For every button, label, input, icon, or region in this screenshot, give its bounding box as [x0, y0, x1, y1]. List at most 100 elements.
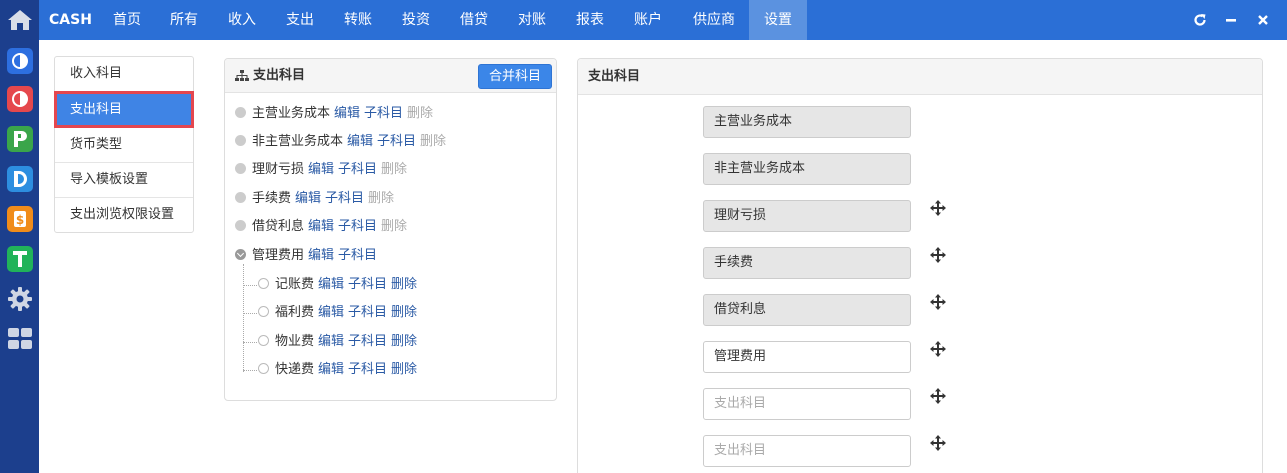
nav-accounts[interactable]: 账户: [620, 0, 676, 40]
node-bullet-icon: [258, 278, 269, 289]
tree-node: 主营业务成本 编辑 子科目 删除: [235, 104, 433, 124]
nav-invest[interactable]: 投资: [388, 0, 444, 40]
nav-income[interactable]: 收入: [214, 0, 270, 40]
merge-categories-button[interactable]: 合并科目: [477, 64, 552, 89]
node-name: 物业费: [275, 334, 315, 349]
move-icon[interactable]: [930, 388, 946, 404]
tree-title: 支出科目: [253, 68, 306, 83]
edit-link[interactable]: 编辑: [295, 191, 321, 206]
edit-link[interactable]: 编辑: [318, 334, 344, 349]
tree-node: 非主营业务成本 编辑 子科目 删除: [235, 132, 446, 152]
node-bullet-icon: [235, 163, 246, 174]
sort-item-input[interactable]: 支出科目: [703, 435, 911, 467]
grid-icon[interactable]: [5, 324, 35, 354]
tree-child-node: 物业费 编辑 子科目 删除: [258, 332, 417, 352]
edit-link[interactable]: 编辑: [318, 362, 344, 377]
move-icon[interactable]: [930, 247, 946, 263]
move-icon[interactable]: [930, 341, 946, 357]
node-name: 福利费: [275, 305, 315, 320]
sort-item-locked: 理财亏损: [703, 200, 911, 232]
node-bullet-icon: [258, 363, 269, 374]
edit-link[interactable]: 编辑: [318, 277, 344, 292]
svg-text:$: $: [16, 213, 24, 227]
tree-node: 手续费 编辑 子科目 删除: [235, 189, 394, 209]
nav-transfer[interactable]: 转账: [330, 0, 386, 40]
settings-menu: 收入科目 支出科目 货币类型 导入模板设置 支出浏览权限设置: [54, 56, 194, 233]
top-nav: CASH 首页 所有 收入 支出 转账 投资 借贷 对账 报表 账户 供应商 设…: [39, 0, 1287, 40]
subcategory-link[interactable]: 子科目: [348, 305, 387, 320]
node-name: 手续费: [252, 191, 292, 206]
nav-expense[interactable]: 支出: [272, 0, 328, 40]
category-tree-panel: 支出科目 合并科目 主营业务成本 编辑 子科目 删除 非主营业务成本 编辑 子科目 删除 理…: [224, 58, 557, 401]
delete-link: 删除: [420, 134, 447, 149]
chevron-down-icon[interactable]: [235, 249, 246, 260]
subcategory-link[interactable]: 子科目: [348, 334, 387, 349]
edit-link[interactable]: 编辑: [308, 248, 334, 263]
tree-node: 理财亏损 编辑 子科目 删除: [235, 160, 407, 180]
gear-icon[interactable]: [5, 284, 35, 314]
subcategory-link[interactable]: 子科目: [348, 362, 387, 377]
sort-item-locked: 非主营业务成本: [703, 153, 911, 185]
sort-item-input[interactable]: 支出科目: [703, 388, 911, 420]
edit-link[interactable]: 编辑: [308, 219, 334, 234]
edit-link[interactable]: 编辑: [318, 305, 344, 320]
delete-link[interactable]: 删除: [391, 305, 417, 320]
t-app-icon[interactable]: [7, 246, 33, 272]
edit-link[interactable]: 编辑: [308, 162, 334, 177]
p-app-icon[interactable]: [7, 126, 33, 152]
node-bullet-icon: [235, 192, 246, 203]
sort-item-input[interactable]: 管理费用: [703, 341, 911, 373]
node-bullet-icon: [235, 107, 246, 118]
delete-link[interactable]: 删除: [391, 362, 417, 377]
menu-currency-types[interactable]: 货币类型: [55, 127, 193, 162]
tree-child-node: 记账费 编辑 子科目 删除: [258, 275, 417, 295]
nav-home[interactable]: 首页: [99, 0, 155, 40]
delete-link: 删除: [368, 191, 395, 206]
subcategory-link[interactable]: 子科目: [338, 248, 377, 263]
nav-reconcile[interactable]: 对账: [504, 0, 560, 40]
nav-loan[interactable]: 借贷: [446, 0, 502, 40]
subcategory-link[interactable]: 子科目: [348, 277, 387, 292]
category-sort-panel: 支出科目 主营业务成本 非主营业务成本 理财亏损 手续费 借贷利息 管理费用 支…: [577, 58, 1263, 473]
refresh-icon[interactable]: [1187, 0, 1213, 40]
d-app-icon[interactable]: [7, 166, 33, 192]
minimize-icon[interactable]: [1218, 0, 1244, 40]
s-app-icon[interactable]: $: [7, 206, 33, 232]
nav-reports[interactable]: 报表: [562, 0, 618, 40]
close-icon[interactable]: [1250, 0, 1276, 40]
tree-child-node: 快递费 编辑 子科目 删除: [258, 360, 417, 380]
subcategory-link[interactable]: 子科目: [377, 134, 416, 149]
node-name: 记账费: [275, 277, 315, 292]
edit-link[interactable]: 编辑: [334, 106, 360, 121]
node-name: 非主营业务成本: [252, 134, 344, 149]
node-bullet-icon: [235, 220, 246, 231]
sort-item-locked: 主营业务成本: [703, 106, 911, 138]
edit-link[interactable]: 编辑: [347, 134, 373, 149]
delete-link: 删除: [381, 162, 408, 177]
tree-connector: [243, 342, 257, 343]
nav-all[interactable]: 所有: [156, 0, 212, 40]
tree-connector: [243, 285, 257, 286]
move-icon[interactable]: [930, 435, 946, 451]
subcategory-link[interactable]: 子科目: [338, 219, 377, 234]
menu-income-categories[interactable]: 收入科目: [55, 57, 193, 92]
nav-suppliers[interactable]: 供应商: [681, 0, 747, 40]
move-icon[interactable]: [930, 200, 946, 216]
move-icon[interactable]: [930, 294, 946, 310]
node-bullet-icon: [258, 306, 269, 317]
subcategory-link[interactable]: 子科目: [364, 106, 403, 121]
app-rail: $: [0, 0, 39, 473]
menu-expense-permissions[interactable]: 支出浏览权限设置: [55, 197, 193, 232]
c-app-icon[interactable]: [7, 48, 33, 74]
tree-connector: [243, 313, 257, 314]
subcategory-link[interactable]: 子科目: [338, 162, 377, 177]
delete-link[interactable]: 删除: [391, 277, 417, 292]
subcategory-link[interactable]: 子科目: [325, 191, 364, 206]
menu-import-templates[interactable]: 导入模板设置: [55, 162, 193, 197]
o-app-icon[interactable]: [7, 86, 33, 112]
delete-link[interactable]: 删除: [391, 334, 417, 349]
menu-expense-categories[interactable]: 支出科目: [54, 91, 194, 128]
home-icon[interactable]: [0, 0, 39, 40]
nav-settings[interactable]: 设置: [749, 0, 807, 40]
tree-node-expanded: 管理费用 编辑 子科目: [235, 246, 377, 266]
